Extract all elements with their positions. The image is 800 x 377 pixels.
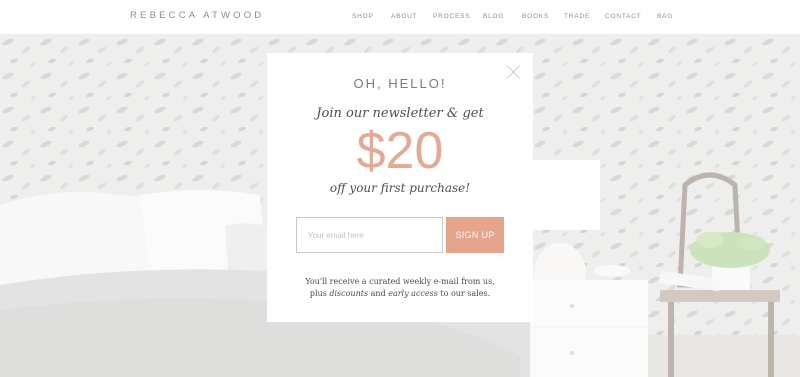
nav-item-blog[interactable]: BLOG: [483, 13, 504, 20]
site-header: REBECCA ATWOOD SHOP ABOUT PROCESS BLOG B…: [0, 0, 800, 35]
footer-early-access: early access: [388, 289, 438, 298]
nav-item-process[interactable]: PROCESS: [433, 13, 470, 20]
footer-text-plus: plus: [309, 289, 327, 298]
popup-intro-text: Join our newsletter & get: [316, 106, 484, 121]
main-nav: SHOP ABOUT PROCESS BLOG BOOKS TRADE CONT…: [0, 13, 800, 25]
footer-line-2: plus discounts and early access to our s…: [267, 288, 533, 300]
popup-footer-text: You'll receive a curated weekly e-mail f…: [267, 276, 533, 300]
signup-button[interactable]: SIGN UP: [446, 217, 504, 253]
footer-discounts: discounts: [329, 289, 369, 298]
footer-text-suffix: to our sales.: [440, 289, 491, 298]
newsletter-popup: OH, HELLO! Join our newsletter & get $20…: [267, 53, 533, 322]
nav-item-bag[interactable]: BAG: [657, 13, 673, 20]
popup-greeting: OH, HELLO!: [353, 76, 447, 91]
email-input[interactable]: [296, 217, 443, 253]
nav-item-trade[interactable]: TRADE: [564, 13, 590, 20]
nav-item-books[interactable]: BOOKS: [522, 13, 549, 20]
nav-item-about[interactable]: ABOUT: [391, 13, 417, 20]
popup-subtext: off your first purchase!: [329, 181, 471, 195]
footer-line-1: You'll receive a curated weekly e-mail f…: [305, 277, 495, 286]
nav-item-contact[interactable]: CONTACT: [605, 13, 642, 20]
footer-text-and: and: [370, 289, 386, 298]
nav-item-shop[interactable]: SHOP: [352, 13, 374, 20]
discount-amount: $20: [356, 122, 444, 180]
